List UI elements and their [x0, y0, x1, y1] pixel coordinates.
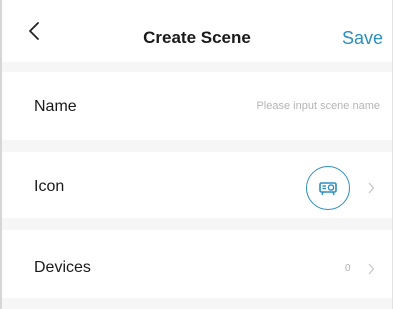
create-scene-screen: Create Scene Save Name Icon Devices 0 — [0, 0, 393, 309]
name-label: Name — [34, 98, 77, 115]
back-button[interactable] — [24, 20, 46, 42]
chevron-right-icon — [368, 182, 375, 194]
name-row: Name — [2, 72, 392, 140]
scene-name-input[interactable] — [190, 96, 380, 116]
icon-label: Icon — [34, 178, 65, 195]
nav-header: Create Scene Save — [2, 0, 392, 62]
chevron-left-icon — [29, 22, 39, 40]
projector-icon — [319, 182, 337, 196]
page-title: Create Scene — [143, 28, 251, 47]
icon-row[interactable]: Icon — [2, 152, 392, 218]
devices-row[interactable]: Devices 0 — [2, 230, 392, 298]
device-count: 0 — [345, 263, 351, 274]
scene-icon-button[interactable] — [306, 166, 350, 210]
devices-label: Devices — [34, 259, 91, 276]
save-button[interactable]: Save — [342, 27, 383, 49]
chevron-right-icon — [368, 263, 375, 275]
